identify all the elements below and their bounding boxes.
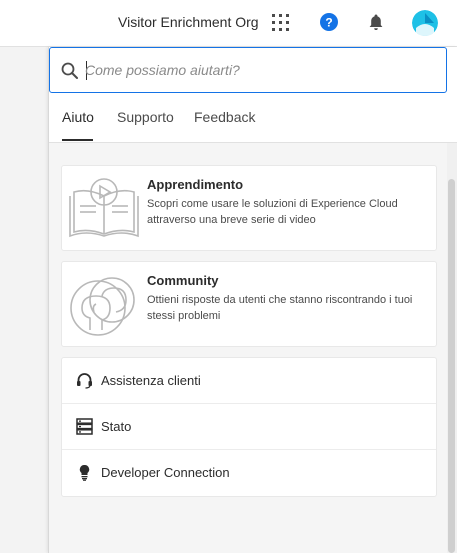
tab-supporto[interactable]: Supporto bbox=[117, 109, 174, 125]
search-input[interactable] bbox=[85, 58, 435, 82]
apps-grid-icon[interactable] bbox=[272, 14, 289, 31]
card-community[interactable]: Community Ottieni risposte da utenti che… bbox=[61, 261, 437, 347]
link-label: Developer Connection bbox=[101, 465, 230, 480]
lightbulb-icon bbox=[79, 464, 90, 481]
tab-aiuto[interactable]: Aiuto bbox=[62, 109, 94, 125]
card-title: Community bbox=[147, 273, 219, 288]
link-stato[interactable]: Stato bbox=[62, 404, 436, 450]
search-box[interactable] bbox=[49, 47, 447, 93]
link-label: Assistenza clienti bbox=[101, 373, 201, 388]
help-panel: Aiuto Supporto Feedback Apprendi bbox=[48, 47, 457, 553]
link-assistenza-clienti[interactable]: Assistenza clienti bbox=[62, 358, 436, 404]
help-icon[interactable]: ? bbox=[320, 13, 338, 31]
tab-bar: Aiuto Supporto Feedback bbox=[49, 93, 457, 143]
panel-scrollbar[interactable] bbox=[447, 143, 457, 553]
card-description: Scopri come usare le soluzioni di Experi… bbox=[147, 198, 398, 226]
server-status-icon bbox=[76, 418, 93, 435]
link-label: Stato bbox=[101, 419, 132, 434]
top-bar: Visitor Enrichment Org ? bbox=[0, 0, 457, 47]
card-apprendimento[interactable]: Apprendimento Scopri come usare le soluz… bbox=[61, 165, 437, 251]
bell-icon[interactable] bbox=[367, 13, 385, 31]
active-tab-indicator bbox=[62, 139, 93, 141]
link-developer-connection[interactable]: Developer Connection bbox=[62, 450, 436, 496]
svg-text:?: ? bbox=[325, 16, 332, 30]
help-links: Assistenza clienti Stato Developer Conne… bbox=[61, 357, 437, 497]
card-title: Apprendimento bbox=[147, 177, 244, 192]
search-icon bbox=[61, 62, 78, 79]
card-description: Ottieni risposte da utenti che stanno ri… bbox=[147, 294, 413, 322]
community-heads-icon bbox=[70, 277, 135, 336]
headset-icon bbox=[77, 373, 92, 389]
org-switcher[interactable]: Visitor Enrichment Org bbox=[118, 14, 259, 30]
help-content: Apprendimento Scopri come usare le soluz… bbox=[49, 143, 447, 553]
tab-feedback[interactable]: Feedback bbox=[194, 109, 255, 125]
scrollbar-thumb[interactable] bbox=[448, 179, 455, 553]
open-book-play-icon bbox=[69, 178, 139, 238]
avatar[interactable] bbox=[412, 10, 438, 36]
